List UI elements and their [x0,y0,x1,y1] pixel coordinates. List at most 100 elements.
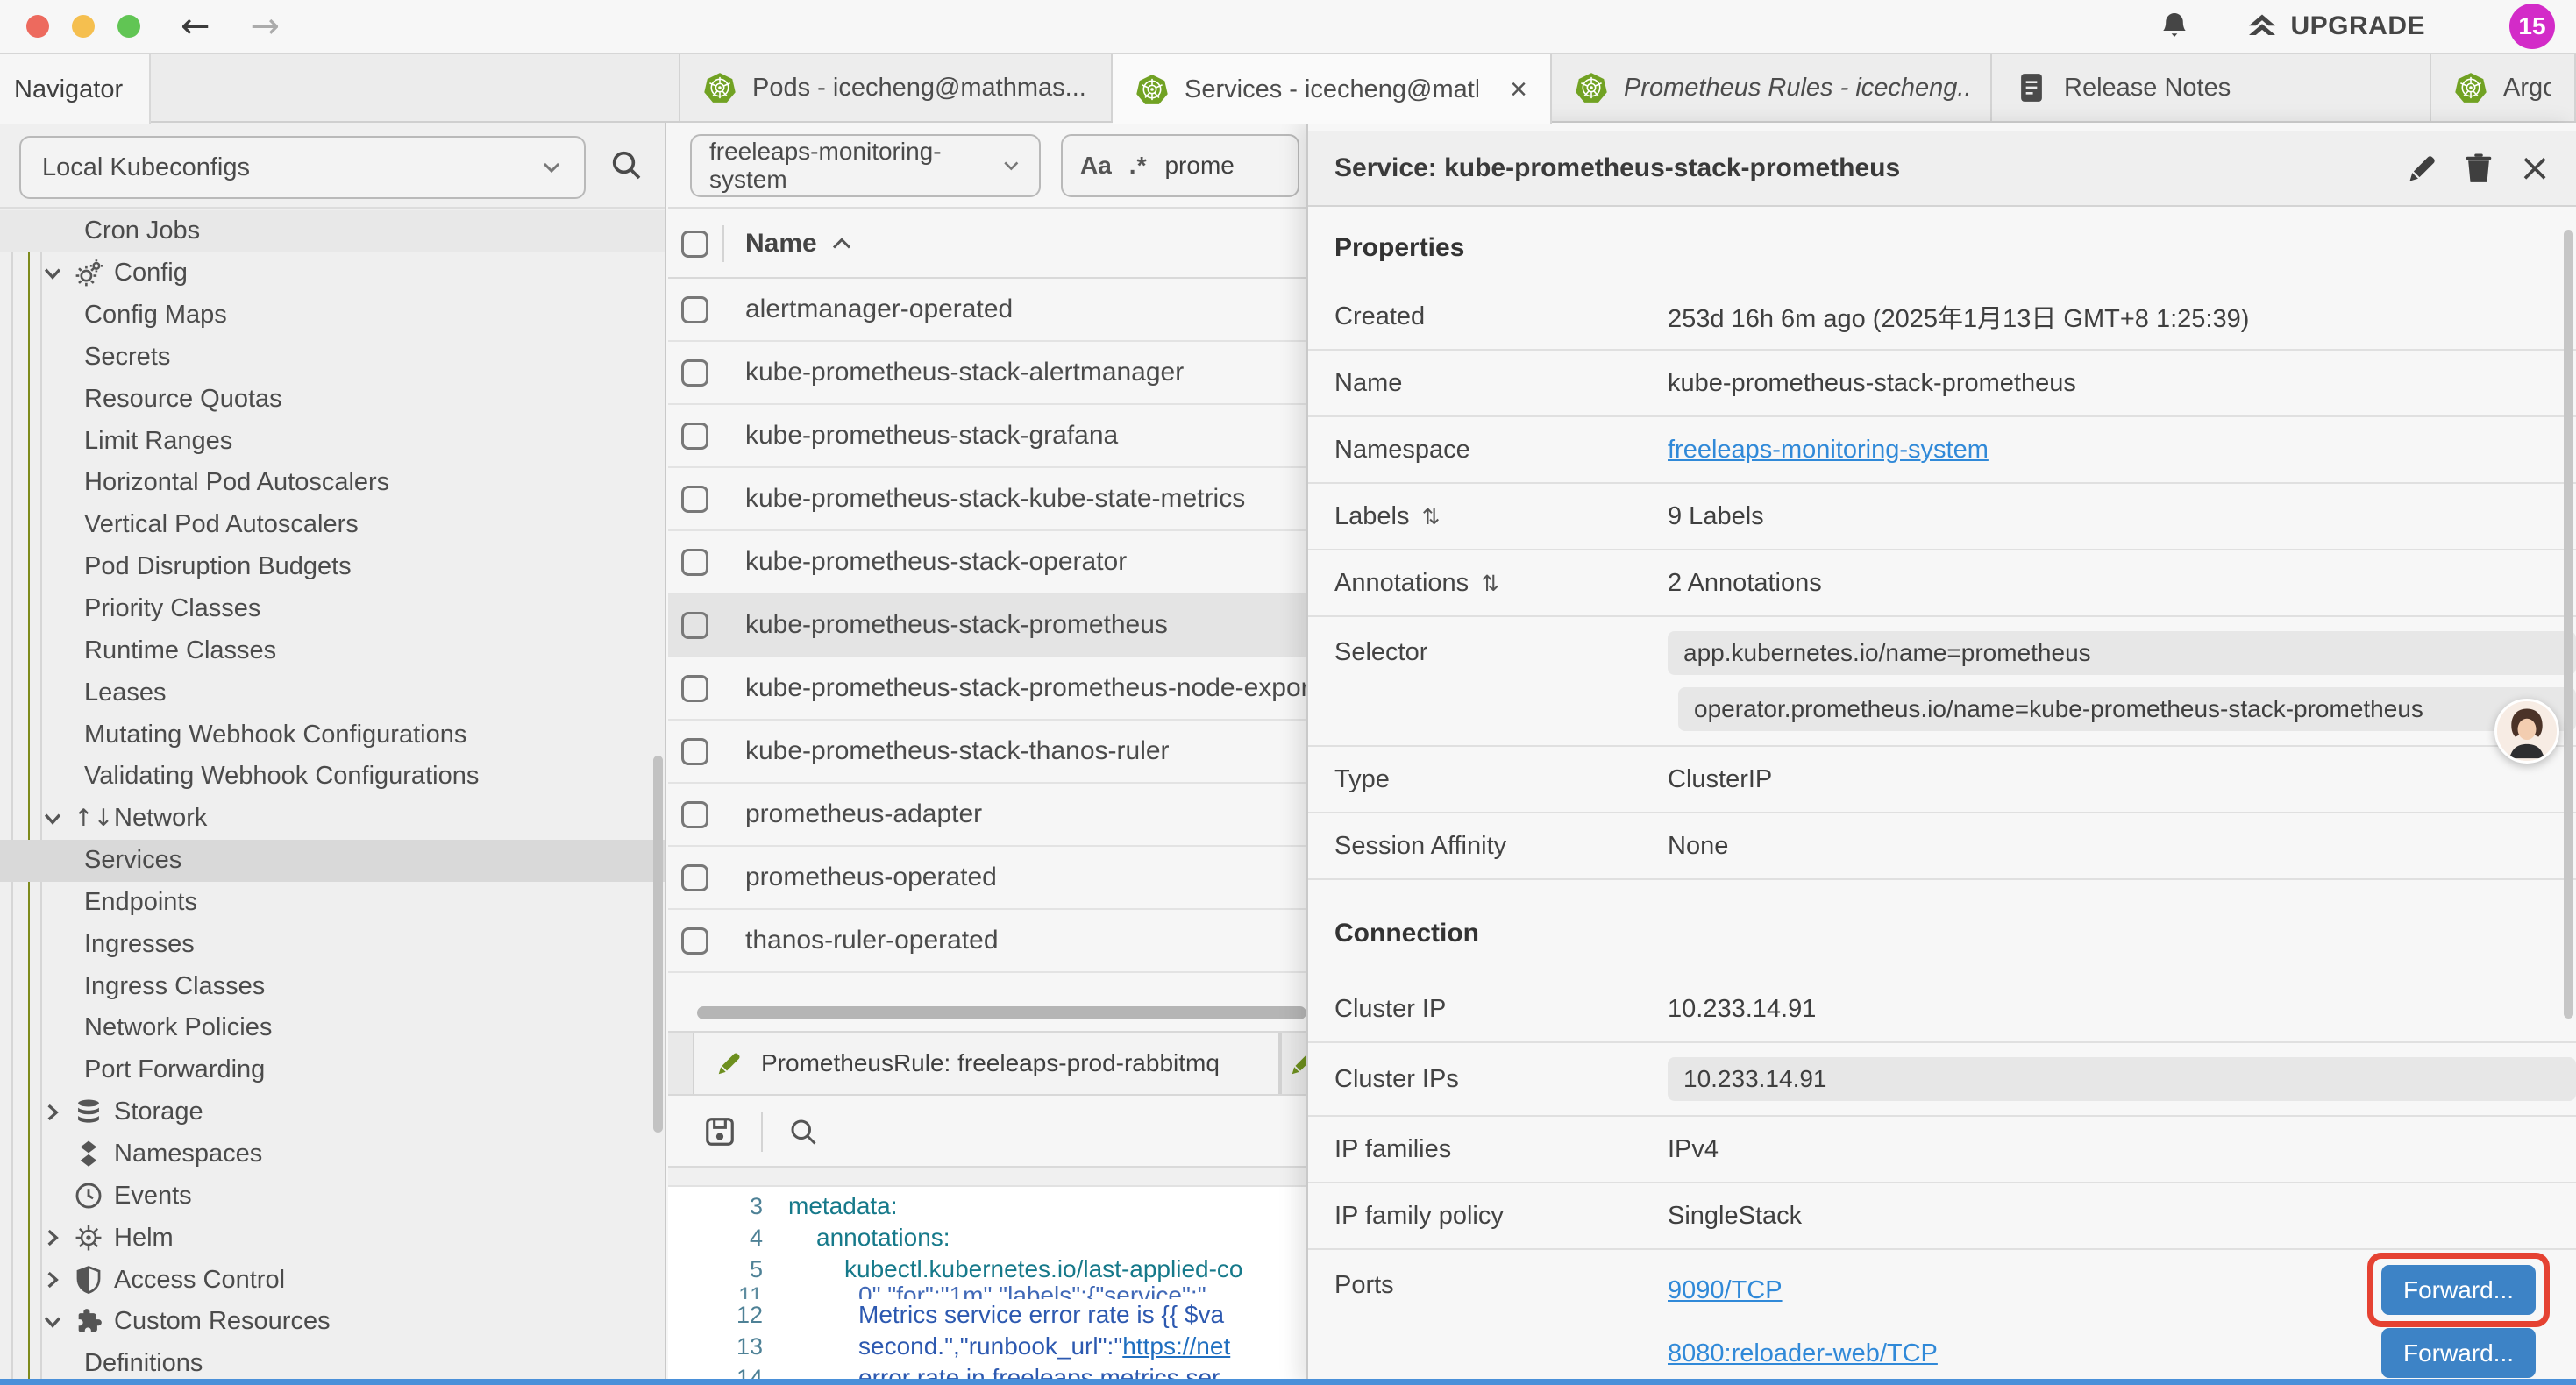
sidebar-item-ingress-classes[interactable]: Ingress Classes [0,965,665,1007]
bell-icon[interactable] [2159,11,2190,42]
sidebar-item-helm[interactable]: Helm [0,1217,665,1259]
table-row-prometheus-operated[interactable]: prometheus-operated [668,847,1306,910]
close-icon[interactable]: × [1510,75,1527,104]
tab-navigator[interactable]: Navigator [0,54,151,124]
sidebar-item-cron-jobs[interactable]: Cron Jobs [0,210,665,252]
tab-release-notes[interactable]: Release Notes [1992,54,2431,121]
sidebar-item-config-maps[interactable]: Config Maps [0,295,665,337]
table-row-kube-prometheus-stack-operator[interactable]: kube-prometheus-stack-operator [668,531,1306,594]
table-row-thanos-ruler-operated[interactable]: thanos-ruler-operated [668,910,1306,973]
table-row-prometheus-adapter[interactable]: prometheus-adapter [668,784,1306,847]
back-button[interactable]: ← [181,9,210,44]
row-checkbox[interactable] [681,927,708,955]
table-row-kube-prometheus-stack-prometheus-node-exporter[interactable]: kube-prometheus-stack-prometheus-node-ex… [668,657,1306,721]
sidebar-item-port-forwarding[interactable]: Port Forwarding [0,1049,665,1091]
list-search-input[interactable]: Aa .* prome [1061,134,1299,197]
edit-button[interactable] [2406,152,2439,185]
tab-services-icecheng-math[interactable]: Services - icecheng@math...× [1113,54,1552,124]
sidebar-item-mutating-webhook-configurations[interactable]: Mutating Webhook Configurations [0,714,665,756]
editor-search-icon[interactable] [787,1116,819,1147]
row-checkbox[interactable] [681,423,708,450]
sidebar-item-secrets[interactable]: Secrets [0,337,665,379]
yaml-editor[interactable]: 3metadata:4annotations:5kubectl.kubernet… [668,1187,1306,1385]
match-case-toggle[interactable]: Aa [1080,152,1112,180]
sidebar-item-ingresses[interactable]: Ingresses [0,923,665,965]
row-checkbox[interactable] [681,864,708,891]
table-row-kube-prometheus-stack-alertmanager[interactable]: kube-prometheus-stack-alertmanager [668,342,1306,405]
tab-pods-icecheng-mathmas[interactable]: Pods - icecheng@mathmas... [680,54,1113,121]
sidebar-item-storage[interactable]: Storage [0,1091,665,1133]
chevron-down-icon[interactable] [40,1310,65,1334]
forward-button[interactable]: → [251,9,281,44]
close-icon[interactable]: × [2518,152,2551,185]
table-row-alertmanager-operated[interactable]: alertmanager-operated [668,279,1306,342]
row-checkbox[interactable] [681,612,708,639]
sidebar-item-leases[interactable]: Leases [0,671,665,714]
sidebar-item-network[interactable]: ↑↓Network [0,798,665,840]
table-row-kube-prometheus-stack-prometheus[interactable]: kube-prometheus-stack-prometheus [668,594,1306,657]
sidebar-item-priority-classes[interactable]: Priority Classes [0,588,665,630]
chevron-right-icon[interactable] [40,1225,65,1250]
sidebar-item-validating-webhook-configurations[interactable]: Validating Webhook Configurations [0,756,665,798]
row-checkbox[interactable] [681,801,708,828]
port-link[interactable]: 8080:reloader-web/TCP [1668,1339,1938,1368]
close-window-button[interactable] [26,15,49,38]
tab-argo-se[interactable]: Argo Se [2431,54,2576,121]
editor-tab-prometheusrule[interactable]: PrometheusRule: freeleaps-prod-rabbitmq [693,1033,1280,1094]
delete-button[interactable] [2462,152,2495,185]
sidebar-item-endpoints[interactable]: Endpoints [0,882,665,924]
chevron-right-icon[interactable] [40,1100,65,1125]
row-checkbox[interactable] [681,296,708,323]
select-all-checkbox[interactable] [681,231,708,258]
row-checkbox[interactable] [681,675,708,702]
forward-button[interactable]: Forward... [2381,1265,2536,1315]
namespace-select[interactable]: freeleaps-monitoring-system [690,134,1041,197]
navigator-scrollbar[interactable] [653,756,663,1133]
sidebar-item-runtime-classes[interactable]: Runtime Classes [0,629,665,671]
search-icon[interactable] [608,147,644,182]
zoom-window-button[interactable] [117,15,140,38]
row-checkbox[interactable] [681,486,708,513]
save-icon[interactable] [703,1115,737,1148]
tab-prometheus-rules-icecheng[interactable]: Prometheus Rules - icecheng... [1552,54,1992,121]
detail-scrollbar[interactable] [2564,230,2573,1019]
upgrade-button[interactable]: UPGRADE [2246,11,2425,42]
minimize-window-button[interactable] [72,15,95,38]
port-link[interactable]: 9090/TCP [1668,1276,1783,1305]
sidebar-item-namespaces[interactable]: Namespaces [0,1133,665,1175]
forward-button[interactable]: Forward... [2381,1328,2536,1378]
row-checkbox[interactable] [681,738,708,765]
chevron-down-icon[interactable] [40,806,65,831]
editor-tab-partial[interactable] [1280,1033,1306,1094]
sidebar-item-access-control[interactable]: Access Control [0,1259,665,1301]
sidebar-item-pod-disruption-budgets[interactable]: Pod Disruption Budgets [0,546,665,588]
list-horizontal-scrollbar[interactable] [697,1006,1306,1019]
sort-asc-icon[interactable] [831,237,852,251]
table-row-kube-prometheus-stack-grafana[interactable]: kube-prometheus-stack-grafana [668,405,1306,468]
sidebar-item-custom-resources[interactable]: Custom Resources [0,1301,665,1343]
code-link[interactable]: https://net [1122,1332,1230,1360]
sort-updown-icon[interactable]: ⇅ [1421,504,1440,529]
row-checkbox[interactable] [681,549,708,576]
namespace-link[interactable]: freeleaps-monitoring-system [1668,436,1989,464]
sidebar-item-limit-ranges[interactable]: Limit Ranges [0,420,665,462]
sidebar-item-network-policies[interactable]: Network Policies [0,1007,665,1049]
focused-panel-bottom-border [0,1379,2576,1385]
chevron-down-icon[interactable] [40,261,65,286]
sidebar-item-resource-quotas[interactable]: Resource Quotas [0,378,665,420]
sort-updown-icon[interactable]: ⇅ [1481,571,1499,596]
avatar[interactable] [2494,699,2559,764]
table-row-kube-prometheus-stack-kube-state-metrics[interactable]: kube-prometheus-stack-kube-state-metrics [668,468,1306,531]
row-checkbox[interactable] [681,359,708,387]
sidebar-item-config[interactable]: Config [0,252,665,295]
regex-toggle[interactable]: .* [1129,152,1148,180]
sidebar-item-vertical-pod-autoscalers[interactable]: Vertical Pod Autoscalers [0,504,665,546]
kubeconfig-select[interactable]: Local Kubeconfigs [19,136,586,199]
sidebar-item-horizontal-pod-autoscalers[interactable]: Horizontal Pod Autoscalers [0,462,665,504]
notification-count-badge[interactable]: 15 [2509,4,2555,49]
column-header-name[interactable]: Name [745,229,817,259]
table-row-kube-prometheus-stack-thanos-ruler[interactable]: kube-prometheus-stack-thanos-ruler [668,721,1306,784]
sidebar-item-services[interactable]: Services [0,840,665,882]
chevron-right-icon[interactable] [40,1268,65,1292]
sidebar-item-events[interactable]: Events [0,1175,665,1217]
